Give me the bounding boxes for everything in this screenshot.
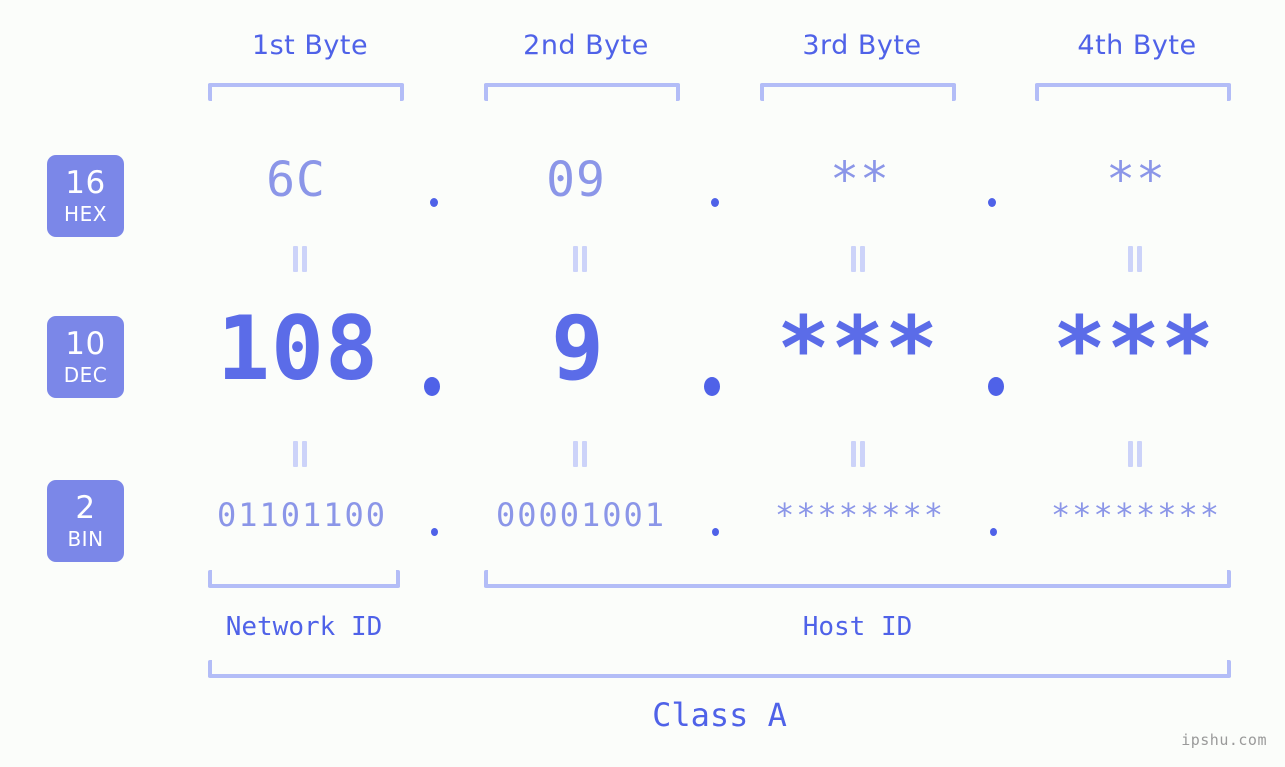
equals-dec-bin-2 xyxy=(568,441,592,471)
hex-separator-2 xyxy=(711,198,719,207)
equals-dec-bin-1 xyxy=(288,441,312,471)
dec-separator-1 xyxy=(424,377,440,396)
watermark: ipshu.com xyxy=(1181,731,1267,749)
hex-byte-4: ** xyxy=(1106,152,1166,208)
byte-bracket-1 xyxy=(208,83,404,101)
byte-header-4: 4th Byte xyxy=(1077,30,1197,61)
equals-hex-dec-4 xyxy=(1123,246,1147,276)
badge-bin: 2 BIN xyxy=(47,480,124,562)
equals-dec-bin-3 xyxy=(846,441,870,471)
hex-byte-2: 09 xyxy=(546,152,606,208)
byte-bracket-2 xyxy=(484,83,680,101)
ip-breakdown-diagram: 1st Byte 2nd Byte 3rd Byte 4th Byte 16 H… xyxy=(0,0,1285,767)
badge-hex-number: 16 xyxy=(65,165,106,201)
badge-bin-name: BIN xyxy=(67,527,104,551)
hex-separator-3 xyxy=(988,198,996,207)
bin-separator-2 xyxy=(712,528,719,536)
bin-separator-3 xyxy=(990,528,997,536)
byte-bracket-4 xyxy=(1035,83,1231,101)
equals-hex-dec-2 xyxy=(568,246,592,276)
equals-hex-dec-1 xyxy=(288,246,312,276)
equals-hex-dec-3 xyxy=(846,246,870,276)
badge-dec-number: 10 xyxy=(65,326,106,362)
byte-header-1: 1st Byte xyxy=(251,30,369,61)
badge-dec-name: DEC xyxy=(63,363,108,387)
class-bracket xyxy=(208,660,1231,678)
dec-byte-1: 108 xyxy=(217,297,379,400)
badge-dec: 10 DEC xyxy=(47,316,124,398)
badge-hex-name: HEX xyxy=(64,202,107,226)
network-id-label: Network ID xyxy=(225,612,383,642)
bin-byte-3: ******** xyxy=(774,496,946,534)
host-id-bracket xyxy=(484,570,1231,588)
dec-byte-3: *** xyxy=(777,297,939,400)
byte-header-3: 3rd Byte xyxy=(802,30,922,61)
network-id-bracket xyxy=(208,570,400,588)
byte-bracket-3 xyxy=(760,83,956,101)
byte-header-2: 2nd Byte xyxy=(523,30,649,61)
bin-separator-1 xyxy=(431,528,438,536)
bin-byte-4: ******** xyxy=(1050,496,1222,534)
dec-separator-3 xyxy=(988,377,1004,396)
badge-bin-number: 2 xyxy=(75,490,96,526)
hex-separator-1 xyxy=(430,198,438,207)
host-id-label: Host ID xyxy=(802,612,913,642)
bin-byte-1: 01101100 xyxy=(216,496,388,534)
hex-byte-1: 6C xyxy=(266,152,326,208)
dec-byte-4: *** xyxy=(1053,297,1215,400)
class-label: Class A xyxy=(652,696,787,734)
equals-dec-bin-4 xyxy=(1123,441,1147,471)
badge-hex: 16 HEX xyxy=(47,155,124,237)
dec-separator-2 xyxy=(704,377,720,396)
hex-byte-3: ** xyxy=(830,152,890,208)
dec-byte-2: 9 xyxy=(551,297,605,400)
bin-byte-2: 00001001 xyxy=(495,496,667,534)
